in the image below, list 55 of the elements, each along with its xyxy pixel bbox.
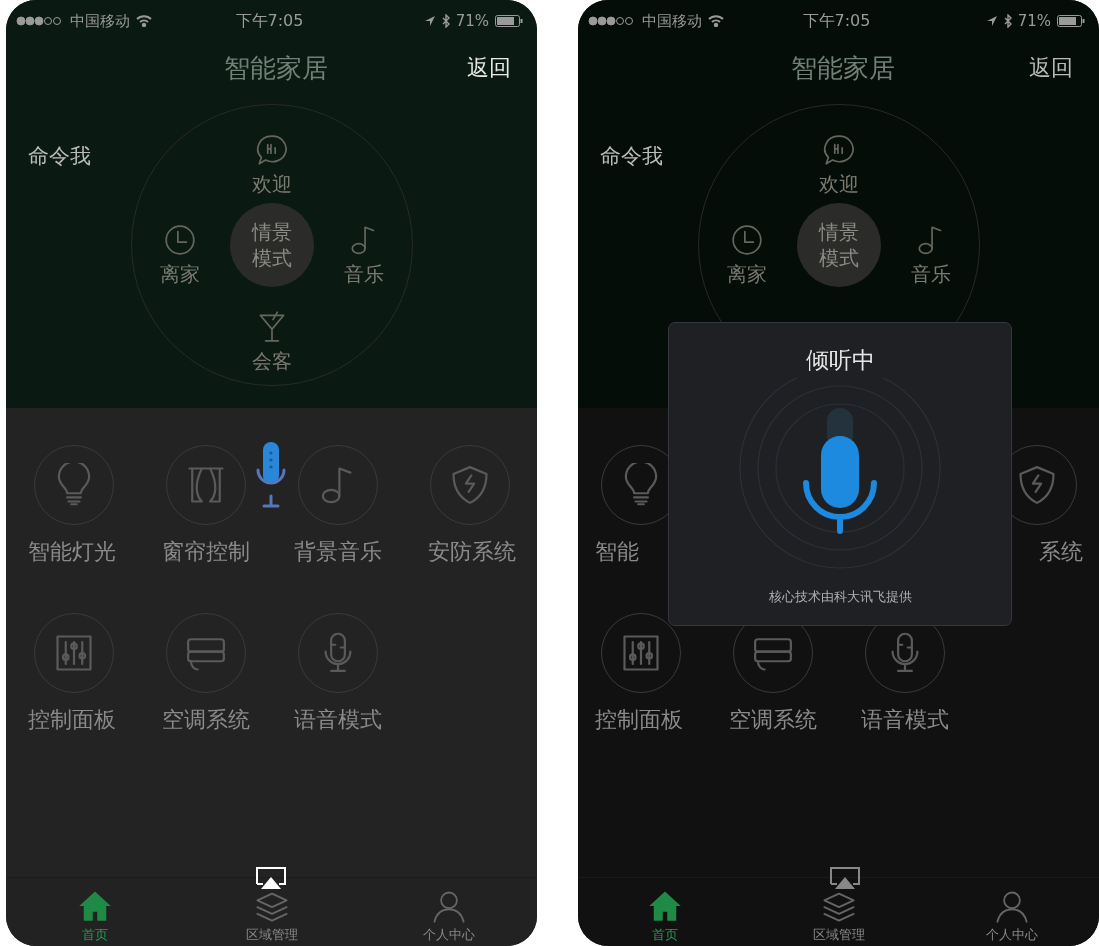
dialog-credit: 核心技术由科大讯飞提供 [768,588,912,606]
feature-label: 智能灯光 [27,538,117,566]
feature-label: 空调系统 [160,706,251,734]
back-link[interactable]: 返回 [1029,53,1073,83]
screen-title: 智能家居 [223,51,328,85]
carrier-name: 中国移动 [642,11,702,31]
battery-percent: 71% [455,12,489,30]
location-arrow-icon [985,15,998,27]
status-time: 下午7:05 [802,10,871,32]
battery-icon [1057,15,1085,27]
chat-bubble-icon [821,133,856,167]
feature-label: 空调系统 [727,706,818,734]
tab-item[interactable]: 首页 [6,878,183,946]
back-link[interactable]: 返回 [467,53,511,83]
wifi-icon [136,15,152,27]
scene-option[interactable]: 会客 [251,348,292,375]
battery-icon [495,15,523,27]
status-time: 下午7:05 [235,10,304,32]
feature-label: 智能 [594,538,640,566]
command-prompt: 命令我 [28,143,91,170]
tab-item[interactable]: 区域管理 [183,878,360,946]
screen-title: 智能家居 [790,51,895,85]
feature-label: 控制面板 [594,706,684,734]
signal-icon [588,16,636,26]
scene-option[interactable]: 音乐 [343,261,384,288]
tab-item[interactable]: 个人中心 [360,878,537,946]
feature-label: 背景音乐 [292,538,383,566]
carrier-name: 中国移动 [70,11,130,31]
tab-item[interactable]: 首页 [578,878,752,946]
feature-label: 语音模式 [859,706,950,734]
signal-icon [16,16,64,26]
clock-icon [162,223,197,257]
chat-bubble-icon [254,133,289,167]
scene-option[interactable]: 音乐 [910,261,951,288]
location-arrow-icon [423,15,436,27]
feature-label: 安防系统 [426,538,516,566]
wifi-icon [708,15,724,27]
feature-label: 系统 [1037,538,1083,566]
battery-percent: 71% [1017,12,1051,30]
dialog-title: 倾听中 [805,346,875,375]
feature-label: 窗帘控制 [160,538,251,566]
clock-icon [729,223,764,257]
scene-option[interactable]: 离家 [726,261,767,288]
tab-item[interactable]: 区域管理 [751,878,926,946]
scene-mode-button[interactable]: 情景模式 [229,203,314,287]
scene-option[interactable]: 欢迎 [251,171,292,198]
feature-label: 语音模式 [292,706,383,734]
bluetooth-icon [441,14,450,28]
feature-label: 控制面板 [27,706,117,734]
scene-option[interactable]: 离家 [159,261,200,288]
bluetooth-icon [1003,14,1012,28]
scene-mode-button[interactable]: 情景模式 [796,203,881,287]
tab-item[interactable]: 个人中心 [925,878,1099,946]
scene-option[interactable]: 欢迎 [818,171,859,198]
command-prompt: 命令我 [600,143,663,170]
